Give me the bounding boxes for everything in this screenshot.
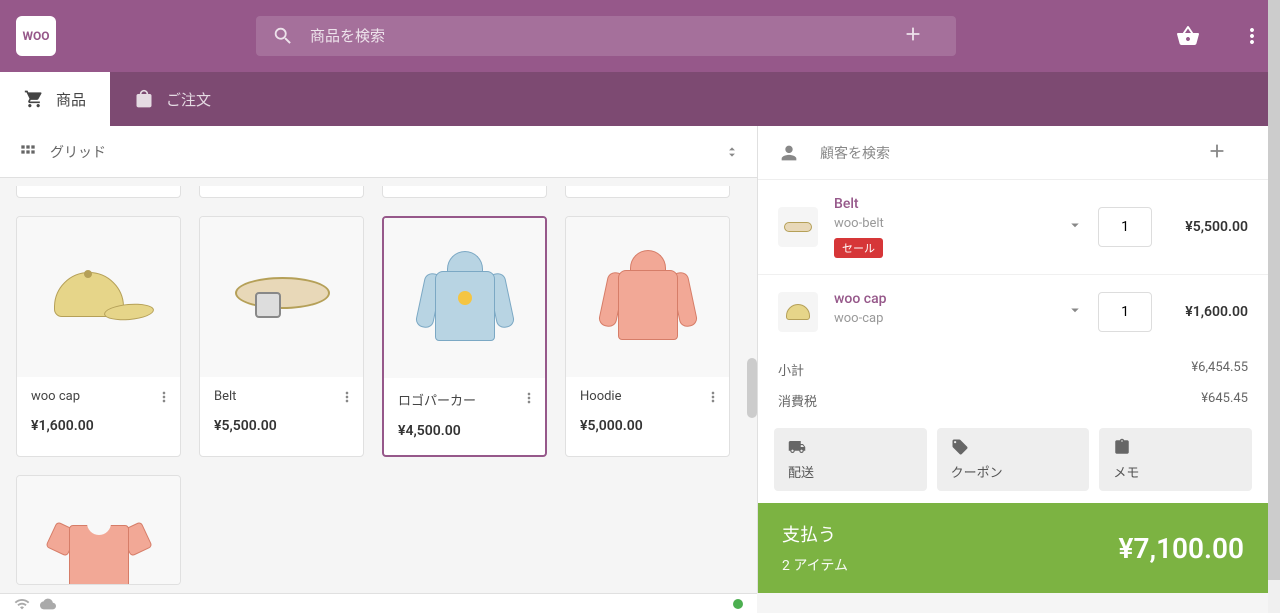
pay-total: ¥7,100.00 <box>1119 532 1244 565</box>
view-label: グリッド <box>50 142 106 162</box>
product-name: ロゴパーカー <box>398 390 531 409</box>
product-name: Belt <box>214 389 349 404</box>
cart-item-expand-icon[interactable] <box>1066 216 1084 238</box>
product-menu-icon[interactable] <box>339 389 355 409</box>
coupon-button[interactable]: クーポン <box>937 428 1090 491</box>
cart-summary: 小計 ¥6,454.55 消費税 ¥645.45 <box>758 342 1268 428</box>
app-header: WOO <box>0 0 1280 72</box>
shipping-button[interactable]: 配送 <box>774 428 927 491</box>
product-card-tshirt[interactable] <box>16 475 181 585</box>
product-card-logo-hoodie[interactable]: ロゴパーカー ¥4,500.00 <box>382 216 547 457</box>
search-input[interactable] <box>310 27 902 45</box>
coupon-label: クーポン <box>951 462 1076 481</box>
chevron-down-icon <box>725 152 739 160</box>
cart-icon <box>24 89 44 109</box>
product-menu-icon[interactable] <box>705 389 721 409</box>
product-search-bar[interactable] <box>256 16 956 56</box>
cart-item-name: Belt <box>834 196 1050 212</box>
more-icon[interactable] <box>1240 24 1264 48</box>
note-icon <box>1113 438 1131 456</box>
sort-toggle[interactable] <box>725 144 739 160</box>
cart-item-thumb <box>778 292 818 332</box>
product-name: Hoodie <box>580 389 715 404</box>
product-card-belt[interactable]: Belt ¥5,500.00 <box>199 216 364 457</box>
subtotal-value: ¥6,454.55 <box>1191 360 1248 379</box>
cart-item-price: ¥5,500.00 <box>1168 219 1248 235</box>
pay-button[interactable]: 支払う 2 アイテム ¥7,100.00 <box>758 503 1268 593</box>
product-price: ¥5,000.00 <box>580 418 715 434</box>
product-price: ¥4,500.00 <box>398 423 531 439</box>
cart-item-price: ¥1,600.00 <box>1168 304 1248 320</box>
wifi-icon <box>14 596 30 612</box>
qty-input[interactable] <box>1098 207 1152 247</box>
search-icon <box>272 25 294 47</box>
products-panel: グリッド woo cap ¥1,600.00 <box>0 126 757 593</box>
cart-item-sku: woo-cap <box>834 311 1050 326</box>
cart-item-woo-cap: woo cap woo-cap ¥1,600.00 <box>758 275 1268 342</box>
cart-item-thumb <box>778 207 818 247</box>
grid-icon <box>18 142 38 162</box>
basket-icon[interactable] <box>1176 24 1200 48</box>
customer-placeholder: 顧客を検索 <box>820 143 890 163</box>
tax-label: 消費税 <box>778 391 817 410</box>
product-price: ¥5,500.00 <box>214 418 349 434</box>
shipping-label: 配送 <box>788 462 913 481</box>
cart-item-belt: Belt woo-belt セール ¥5,500.00 <box>758 180 1268 275</box>
add-product-icon[interactable] <box>902 23 940 49</box>
status-footer <box>0 593 757 613</box>
cart-item-sku: woo-belt <box>834 216 1050 231</box>
pay-label: 支払う <box>782 521 1119 547</box>
product-image <box>17 476 180 585</box>
tab-orders-label: ご注文 <box>166 89 211 110</box>
view-toolbar: グリッド <box>0 126 757 178</box>
product-card-partial[interactable] <box>565 186 730 198</box>
cart-actions: 配送 クーポン メモ <box>758 428 1268 503</box>
main-tabs: 商品 ご注文 <box>0 72 1280 126</box>
subtotal-label: 小計 <box>778 360 804 379</box>
scrollbar-thumb[interactable] <box>1268 0 1280 580</box>
note-label: メモ <box>1113 462 1238 481</box>
product-card-hoodie[interactable]: Hoodie ¥5,000.00 <box>565 216 730 457</box>
product-menu-icon[interactable] <box>156 389 172 409</box>
product-name: woo cap <box>31 389 166 404</box>
sale-badge: セール <box>834 238 883 258</box>
cart-item-expand-icon[interactable] <box>1066 301 1084 323</box>
product-image <box>17 217 180 377</box>
tax-value: ¥645.45 <box>1201 391 1248 410</box>
product-card-partial[interactable] <box>16 186 181 198</box>
product-menu-icon[interactable] <box>521 390 537 410</box>
app-logo: WOO <box>16 16 56 56</box>
product-price: ¥1,600.00 <box>31 418 166 434</box>
add-customer-icon[interactable] <box>1206 140 1248 166</box>
page-scrollbar[interactable] <box>1268 0 1280 613</box>
products-grid: woo cap ¥1,600.00 Belt ¥5,500.00 <box>0 178 757 593</box>
tab-products-label: 商品 <box>56 89 86 110</box>
product-card-partial[interactable] <box>199 186 364 198</box>
customer-search-bar[interactable]: 顧客を検索 <box>758 126 1268 180</box>
product-image <box>566 217 729 377</box>
cart-items-list: Belt woo-belt セール ¥5,500.00 woo cap woo-… <box>758 180 1268 342</box>
header-actions <box>1176 24 1264 48</box>
cart-item-name: woo cap <box>834 291 1050 307</box>
bag-icon <box>134 89 154 109</box>
status-indicator <box>733 599 743 609</box>
products-scrollbar[interactable] <box>747 358 757 418</box>
chevron-up-icon <box>725 144 739 152</box>
tab-orders[interactable]: ご注文 <box>110 72 235 126</box>
product-image <box>200 217 363 377</box>
tab-products[interactable]: 商品 <box>0 72 110 126</box>
product-card-woo-cap[interactable]: woo cap ¥1,600.00 <box>16 216 181 457</box>
truck-icon <box>788 438 806 456</box>
cloud-icon <box>40 596 56 612</box>
note-button[interactable]: メモ <box>1099 428 1252 491</box>
qty-input[interactable] <box>1098 292 1152 332</box>
pay-item-count: 2 アイテム <box>782 555 1119 575</box>
product-card-partial[interactable] <box>382 186 547 198</box>
person-icon <box>778 142 800 164</box>
cart-panel: 顧客を検索 Belt woo-belt セール ¥5,500.00 <box>757 126 1268 593</box>
tag-icon <box>951 438 969 456</box>
product-image <box>384 218 545 378</box>
